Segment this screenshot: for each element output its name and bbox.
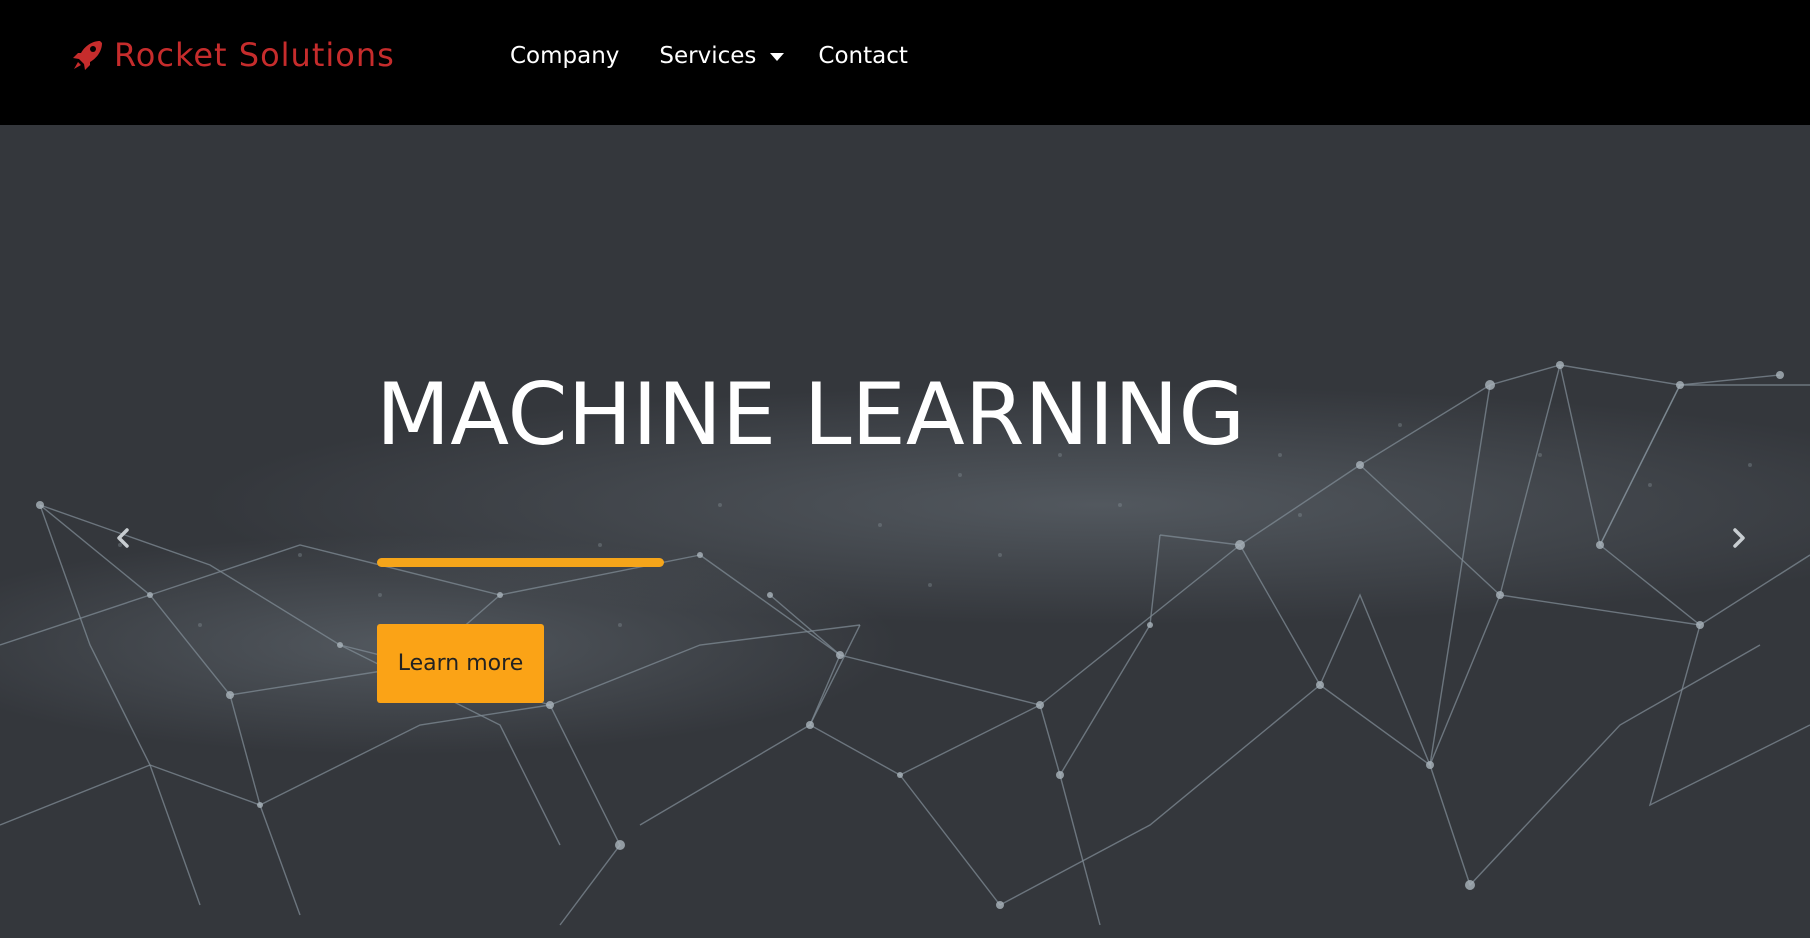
nav-services-label: Services [659,43,757,69]
carousel-prev-button[interactable] [108,515,138,565]
chevron-right-icon [1731,527,1747,553]
brand-link[interactable]: Rocket Solutions [70,35,395,75]
nav-company[interactable]: Company [510,38,619,74]
learn-more-button[interactable]: Learn more [377,624,544,703]
carousel-next-button[interactable] [1724,515,1754,565]
nav-contact[interactable]: Contact [818,38,907,74]
top-navbar: Rocket Solutions Company Services Contac… [0,0,1810,125]
hero-accent-divider [377,558,664,567]
hero-title: MACHINE LEARNING [376,365,1246,465]
brand-name: Rocket Solutions [114,36,395,74]
rocket-icon [70,37,106,73]
nav-contact-label: Contact [818,43,908,69]
network-background-image [0,125,1810,938]
caret-down-icon [770,53,785,61]
nav-company-label: Company [510,43,620,69]
hero-carousel: MACHINE LEARNING Learn more [0,125,1810,938]
chevron-left-icon [115,527,131,553]
nav-services-dropdown[interactable]: Services [659,38,785,74]
main-nav: Company Services Contact [510,38,908,74]
